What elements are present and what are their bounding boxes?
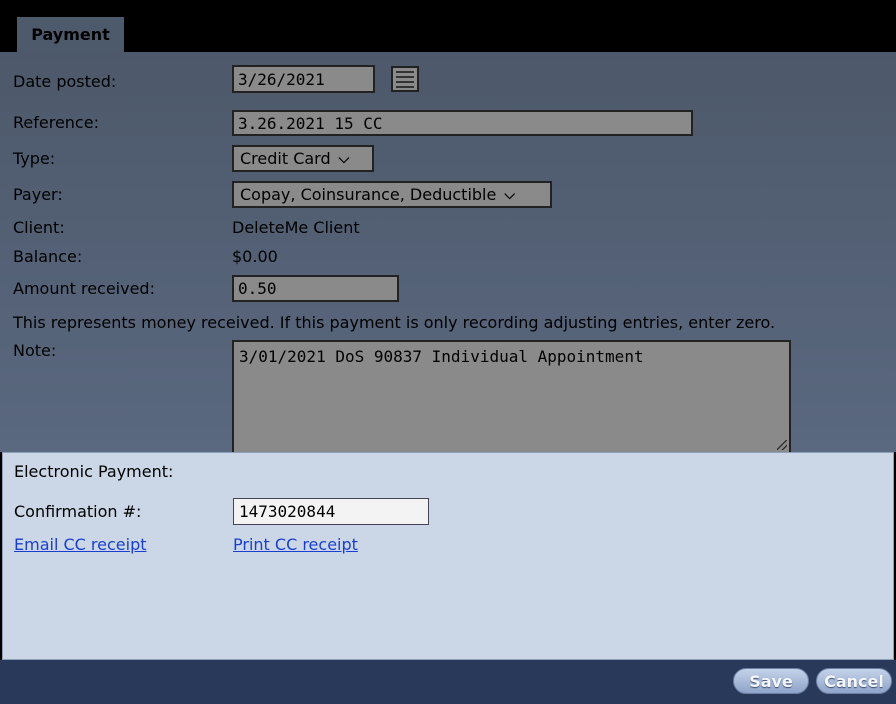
payer-select[interactable]: Copay, Coinsurance, Deductible ⌵ <box>232 181 552 208</box>
type-label: Type: <box>13 149 56 168</box>
type-select-value: Credit Card <box>240 149 331 168</box>
payer-select-value: Copay, Coinsurance, Deductible <box>240 185 497 204</box>
balance-value: $0.00 <box>232 247 278 266</box>
balance-label: Balance: <box>13 247 83 266</box>
amount-hint-text: This represents money received. If this … <box>13 313 776 332</box>
electronic-payment-title: Electronic Payment: <box>14 462 174 481</box>
electronic-payment-panel: Electronic Payment: Confirmation #: 1473… <box>2 452 894 660</box>
client-value: DeleteMe Client <box>232 218 360 237</box>
chevron-down-icon: ⌵ <box>338 150 350 167</box>
calendar-icon[interactable] <box>391 66 419 92</box>
footer-bar: Save Cancel <box>0 660 896 704</box>
confirmation-input[interactable]: 1473020844 <box>233 498 429 525</box>
client-label: Client: <box>13 218 65 237</box>
chevron-down-icon: ⌵ <box>504 186 515 203</box>
top-bar <box>0 0 896 52</box>
note-label: Note: <box>13 341 57 360</box>
amount-received-label: Amount received: <box>13 279 155 298</box>
payer-label: Payer: <box>13 185 63 204</box>
confirmation-label: Confirmation #: <box>14 502 142 521</box>
note-textarea[interactable]: 3/01/2021 DoS 90837 Individual Appointme… <box>232 340 791 452</box>
save-button[interactable]: Save <box>733 668 809 694</box>
note-text: 3/01/2021 DoS 90837 Individual Appointme… <box>239 347 644 366</box>
cancel-button[interactable]: Cancel <box>816 668 892 694</box>
print-cc-receipt-link[interactable]: Print CC receipt <box>233 535 358 554</box>
tab-payment[interactable]: Payment <box>17 17 124 52</box>
email-cc-receipt-link[interactable]: Email CC receipt <box>14 535 147 554</box>
reference-input[interactable]: 3.26.2021 15 CC <box>232 110 693 136</box>
resize-handle-icon[interactable] <box>777 440 787 450</box>
type-select[interactable]: Credit Card ⌵ <box>232 145 374 172</box>
reference-label: Reference: <box>13 113 99 132</box>
date-posted-input[interactable]: 3/26/2021 <box>232 65 375 93</box>
amount-received-input[interactable]: 0.50 <box>232 275 399 302</box>
date-posted-label: Date posted: <box>13 72 117 91</box>
